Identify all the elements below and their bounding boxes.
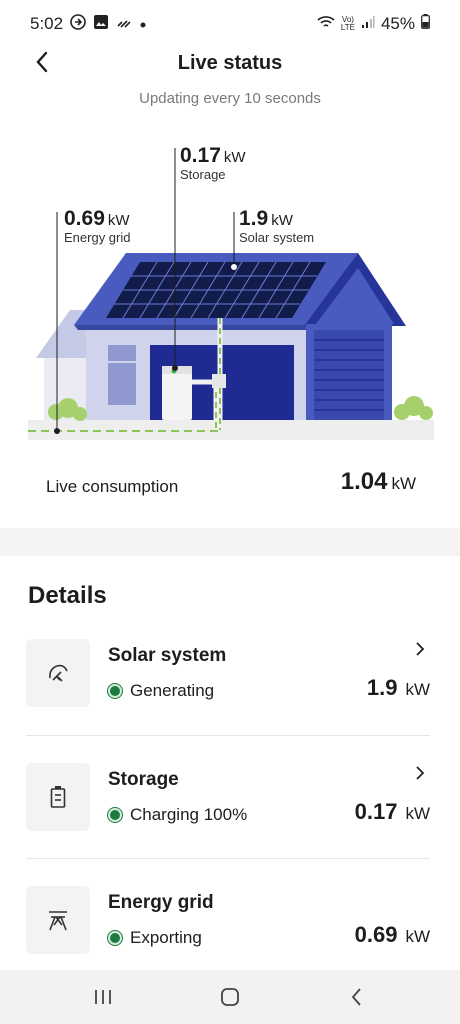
grid-unit: kW xyxy=(107,212,130,229)
solar-unit: kW xyxy=(271,212,293,229)
house-illustration xyxy=(28,148,434,440)
update-interval-text: Updating every 10 seconds xyxy=(139,90,321,107)
card-status-text: Generating xyxy=(130,681,215,700)
solar-value: 1.9 xyxy=(239,207,269,230)
chevron-right-icon xyxy=(412,639,428,659)
card-icon-container xyxy=(26,763,90,831)
wifi-icon xyxy=(317,14,335,34)
details-heading: Details xyxy=(28,582,107,609)
consumption-number: 1.04 xyxy=(340,468,388,495)
top-app-bar: Live status xyxy=(0,44,460,84)
back-icon xyxy=(351,988,361,1006)
card-status-text: Exporting xyxy=(130,928,202,947)
card-title: Storage xyxy=(108,769,179,790)
solar-icon xyxy=(49,664,68,682)
consumption-value: 1.04 kW xyxy=(341,468,416,496)
card-title: Solar system xyxy=(108,645,227,666)
storage-value: 0.17 xyxy=(180,144,221,167)
gallery-icon xyxy=(93,14,109,35)
battery-icon xyxy=(421,14,430,34)
grid-caption: Energy grid xyxy=(64,230,131,245)
home-icon xyxy=(221,988,239,1006)
status-dot-icon xyxy=(108,684,122,698)
card-value: 0.69 kW xyxy=(355,922,430,948)
page-title: Live status xyxy=(177,52,283,74)
grid-pylon-icon xyxy=(49,911,67,931)
status-dot-icon xyxy=(108,931,122,945)
live-consumption-row: Live consumption 1.04 kW xyxy=(0,466,460,506)
card-value-number: 1.9 xyxy=(366,675,398,700)
card-status-text: Charging 100% xyxy=(130,805,248,824)
volte-icon: Vo) LTE xyxy=(340,15,355,32)
card-icon-container xyxy=(26,886,90,954)
status-dot-icon xyxy=(108,808,122,822)
solar-value-label: 1.9 kW Solar system xyxy=(239,207,314,245)
recent-apps-icon xyxy=(95,990,112,1004)
house-energy-illustration: 0.17 kW Storage 0.69 kW Energy grid 1.9 kW … xyxy=(0,140,460,450)
card-status: Charging 100% xyxy=(108,805,247,825)
card-value-unit: kW xyxy=(405,927,430,946)
card-value: 0.17 kW xyxy=(355,799,430,825)
storage-value-label: 0.17 kW Storage xyxy=(180,144,246,182)
notification-dot-icon xyxy=(139,14,147,34)
card-divider xyxy=(26,735,430,736)
storage-card[interactable]: Storage Charging 100% 0.17 kW xyxy=(26,763,432,855)
grid-value: 0.69 xyxy=(64,207,105,230)
card-value-unit: kW xyxy=(405,804,430,823)
home-button[interactable] xyxy=(210,977,250,1017)
card-value-unit: kW xyxy=(405,680,430,699)
clock: 5:02 xyxy=(30,14,64,33)
storage-unit: kW xyxy=(223,149,246,166)
battery-percentage: 45% xyxy=(380,14,415,33)
signal-app-icon xyxy=(116,14,132,35)
consumption-unit: kW xyxy=(391,474,416,493)
system-back-button[interactable] xyxy=(337,977,377,1017)
storage-caption: Storage xyxy=(180,167,226,182)
energy-grid-card[interactable]: Energy grid Exporting 0.69 kW xyxy=(26,886,432,978)
status-bar: 5:02 Vo) LTE 45% xyxy=(0,0,460,48)
card-value-number: 0.69 xyxy=(354,922,398,947)
card-value-number: 0.17 xyxy=(354,799,398,824)
consumption-label: Live consumption xyxy=(46,477,179,496)
battery-storage-icon xyxy=(50,786,66,808)
recent-apps-button[interactable] xyxy=(83,977,123,1017)
card-title: Energy grid xyxy=(108,892,214,913)
cell-signal-icon xyxy=(361,14,375,34)
card-value: 1.9 kW xyxy=(367,675,430,701)
card-status: Exporting xyxy=(108,928,202,948)
solar-caption: Solar system xyxy=(239,230,315,245)
card-divider xyxy=(26,858,430,859)
chevron-right-icon xyxy=(412,763,428,783)
card-status: Generating xyxy=(108,681,214,701)
card-icon-container xyxy=(26,639,90,707)
solar-system-card[interactable]: Solar system Generating 1.9 kW xyxy=(26,639,432,731)
navigation-arrow-icon xyxy=(70,13,86,35)
grid-value-label: 0.69 kW Energy grid xyxy=(64,207,130,245)
system-navigation-bar xyxy=(0,970,460,1024)
section-divider xyxy=(0,528,460,556)
